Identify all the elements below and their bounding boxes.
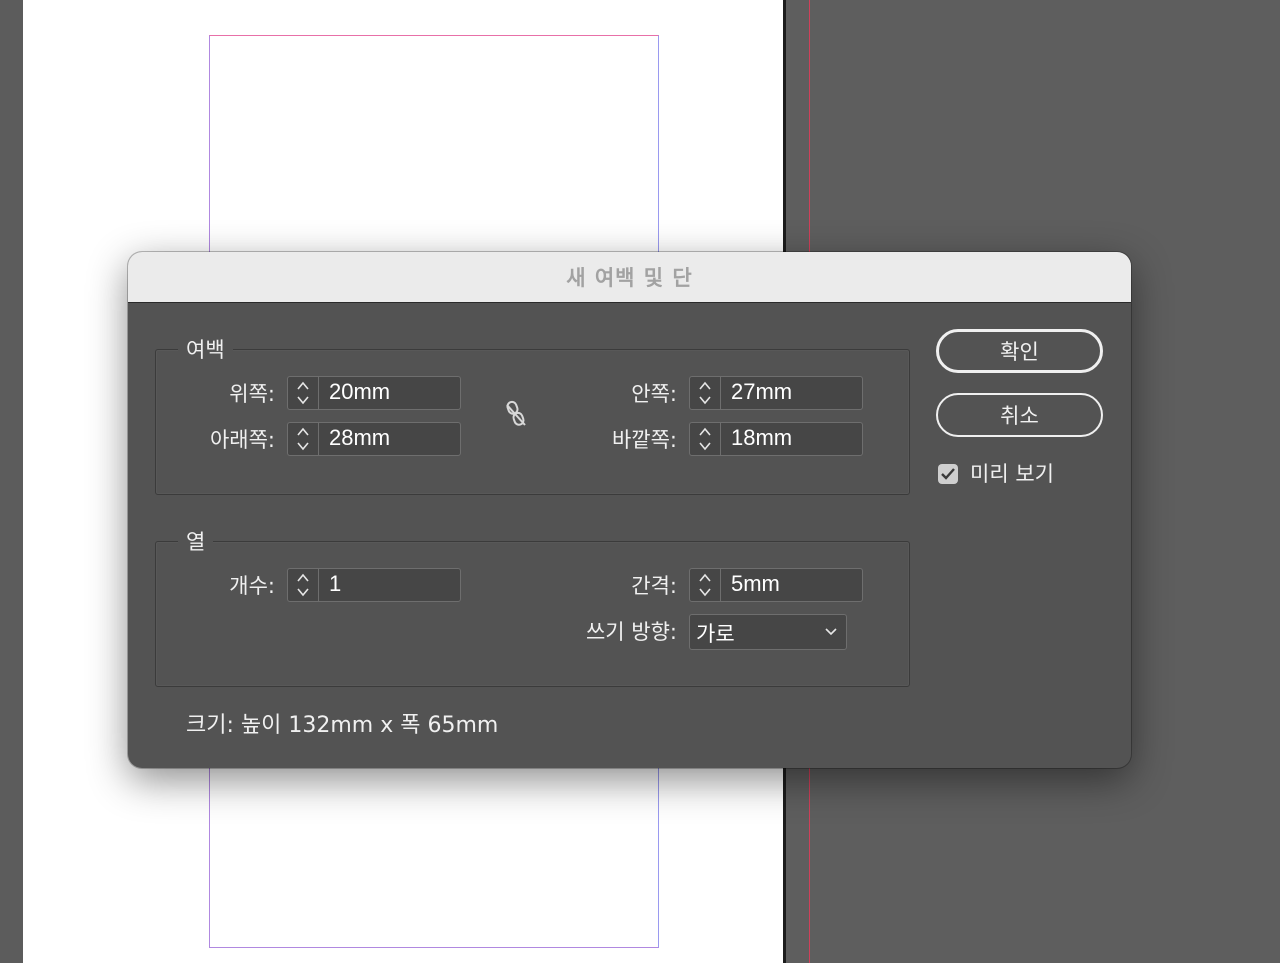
outside-margin-stepper[interactable]	[690, 423, 721, 455]
inside-margin-stepper[interactable]	[690, 377, 721, 409]
column-count-value: 1	[329, 571, 342, 596]
bottom-margin-stepper[interactable]	[288, 423, 319, 455]
column-count-label: 개수:	[229, 574, 275, 598]
inside-margin-field[interactable]: 27mm	[689, 376, 863, 410]
dialog-title: 새 여백 및 단	[566, 266, 693, 290]
gutter-field[interactable]: 5mm	[689, 568, 863, 602]
columns-group-label: 열	[178, 526, 214, 556]
checkmark-icon	[941, 468, 955, 480]
outside-margin-value: 18mm	[731, 425, 793, 450]
column-count-field[interactable]: 1	[287, 568, 461, 602]
writing-direction-label: 쓰기 방향:	[585, 620, 677, 644]
top-margin-field[interactable]: 20mm	[287, 376, 461, 410]
outside-margin-label: 바깥쪽:	[611, 428, 677, 452]
stepper-arrows-icon	[699, 427, 711, 451]
bottom-margin-value: 28mm	[329, 425, 391, 450]
writing-direction-select[interactable]: 가로	[689, 614, 847, 650]
broken-chain-icon[interactable]	[504, 400, 528, 428]
gutter-label: 간격:	[631, 574, 677, 598]
pasteboard-left	[0, 0, 23, 963]
column-count-stepper[interactable]	[288, 569, 319, 601]
dialog-titlebar[interactable]: 새 여백 및 단	[128, 252, 1131, 303]
top-margin-label: 위쪽:	[229, 382, 275, 406]
gutter-value: 5mm	[731, 571, 780, 596]
stepper-arrows-icon	[297, 573, 309, 597]
preview-checkbox[interactable]	[938, 464, 958, 484]
margins-columns-dialog: 새 여백 및 단 여백 위쪽: 20mm 아래쪽: 28mm 안쪽: 27mm …	[128, 252, 1131, 768]
cancel-button[interactable]: 취소	[936, 393, 1103, 437]
top-margin-stepper[interactable]	[288, 377, 319, 409]
gutter-stepper[interactable]	[690, 569, 721, 601]
top-margin-value: 20mm	[329, 379, 391, 404]
chevron-down-icon	[825, 628, 837, 636]
outside-margin-field[interactable]: 18mm	[689, 422, 863, 456]
inside-margin-label: 안쪽:	[631, 382, 677, 406]
inside-margin-value: 27mm	[731, 379, 793, 404]
stepper-arrows-icon	[297, 381, 309, 405]
writing-direction-value: 가로	[696, 622, 735, 646]
bottom-margin-field[interactable]: 28mm	[287, 422, 461, 456]
preview-label[interactable]: 미리 보기	[970, 458, 1054, 488]
margins-group-label: 여백	[178, 334, 233, 364]
stepper-arrows-icon	[699, 573, 711, 597]
stepper-arrows-icon	[699, 381, 711, 405]
bottom-margin-label: 아래쪽:	[209, 428, 275, 452]
size-info-text: 크기: 높이 132mm x 폭 65mm	[186, 713, 499, 738]
stepper-arrows-icon	[297, 427, 309, 451]
ok-button[interactable]: 확인	[936, 329, 1103, 373]
